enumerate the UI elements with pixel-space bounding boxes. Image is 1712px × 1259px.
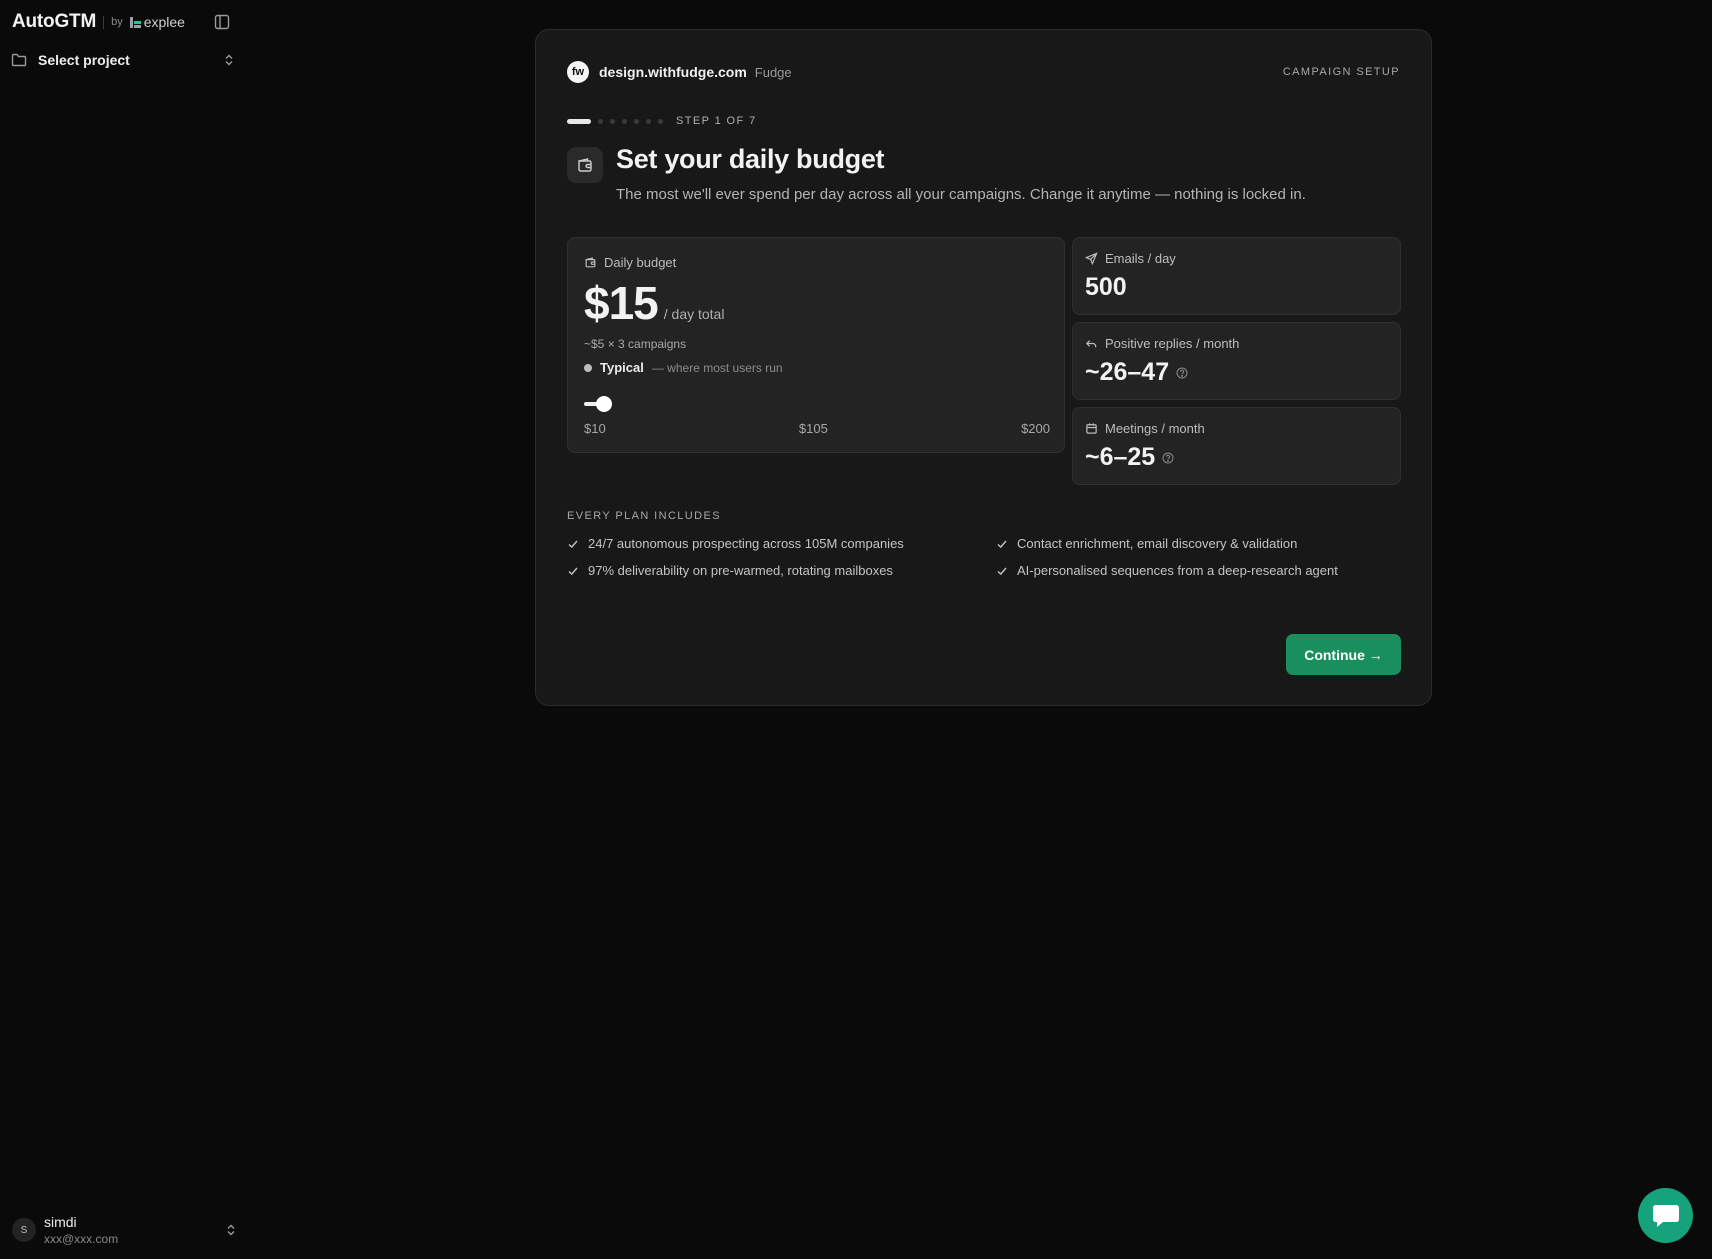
chevron-up-down-icon xyxy=(225,54,233,66)
project-select-label: Select project xyxy=(38,52,130,68)
progress-dot xyxy=(646,118,651,124)
budget-amount: $15 / day total xyxy=(584,276,724,330)
check-icon xyxy=(568,567,578,575)
tier-note: — where most users run xyxy=(651,360,783,375)
sidebar: AutoGTM by explee Select project S simdi… xyxy=(0,0,245,1259)
partner-name: explee xyxy=(143,14,185,30)
metric-label: Emails / day xyxy=(1085,251,1176,266)
reply-icon xyxy=(1086,340,1097,348)
page-subtitle: The most we'll ever spend per day across… xyxy=(616,186,1306,203)
wallet-icon-badge xyxy=(567,147,603,183)
metric-value-text: ~6–25 xyxy=(1085,443,1156,471)
progress-dot-active xyxy=(567,118,591,124)
check-icon xyxy=(568,540,578,548)
send-icon xyxy=(1085,252,1098,265)
partner-logo: explee xyxy=(129,14,185,30)
metric-positive-replies: Positive replies / month ~26–47 xyxy=(1072,322,1401,400)
tier-indicator-dot xyxy=(584,363,592,372)
user-email: xxx@xxx.com xyxy=(44,1232,119,1246)
feature-text: 97% deliverability on pre-warmed, rotati… xyxy=(588,563,893,578)
budget-slider[interactable] xyxy=(584,396,1050,412)
feature-text: AI-personalised sequences from a deep-re… xyxy=(1017,563,1338,578)
slider-tick-max: $200 xyxy=(1021,421,1050,436)
metric-value: 500 xyxy=(1085,273,1127,302)
brand-name: AutoGTM xyxy=(12,11,97,32)
chevron-up-down-icon xyxy=(227,1224,235,1236)
feature-item: Contact enrichment, email discovery & va… xyxy=(996,536,1297,551)
site-logo: fw xyxy=(567,61,589,83)
setup-label: CAMPAIGN SETUP xyxy=(1282,66,1400,78)
brand-divider xyxy=(103,15,105,29)
metric-value-text: ~26–47 xyxy=(1085,358,1170,386)
includes-title: EVERY PLAN INCLUDES xyxy=(567,510,721,522)
metric-label-text: Meetings / month xyxy=(1105,421,1205,436)
metric-meetings: Meetings / month ~6–25 xyxy=(1072,407,1401,485)
metric-label-text: Positive replies / month xyxy=(1105,336,1240,351)
site-domain: design.withfudge.com xyxy=(599,64,747,80)
wallet-icon xyxy=(578,158,592,172)
progress-dots xyxy=(567,118,670,124)
explee-logo-icon xyxy=(129,16,141,28)
project-select[interactable]: Select project xyxy=(10,48,236,72)
slider-track[interactable] xyxy=(584,402,1050,406)
daily-budget-label: Daily budget xyxy=(584,255,676,270)
metric-value: ~6–25 xyxy=(1085,443,1174,472)
calendar-icon xyxy=(1086,423,1097,434)
progress-dot xyxy=(610,118,615,124)
budget-tier: Typical — where most users run xyxy=(584,360,783,375)
metric-label-text: Emails / day xyxy=(1105,251,1176,266)
avatar: S xyxy=(12,1218,36,1242)
feature-item: 24/7 autonomous prospecting across 105M … xyxy=(567,536,904,551)
budget-amount-value: $15 xyxy=(584,277,659,329)
metric-label: Meetings / month xyxy=(1085,421,1205,436)
step-progress: STEP 1 OF 7 xyxy=(567,114,757,128)
metric-value-text: 500 xyxy=(1085,273,1127,301)
tier-name: Typical xyxy=(600,360,644,375)
help-icon[interactable] xyxy=(1176,367,1188,379)
slider-tick-mid: $105 xyxy=(798,421,828,436)
feature-text: Contact enrichment, email discovery & va… xyxy=(1017,536,1298,551)
metric-label: Positive replies / month xyxy=(1085,336,1239,351)
feature-text: 24/7 autonomous prospecting across 105M … xyxy=(588,536,904,551)
daily-budget-label-text: Daily budget xyxy=(604,255,677,270)
feature-item: AI-personalised sequences from a deep-re… xyxy=(996,563,1338,578)
metric-value: ~26–47 xyxy=(1085,358,1188,387)
step-label: STEP 1 OF 7 xyxy=(676,115,757,127)
chat-launcher-button[interactable] xyxy=(1638,1188,1693,1243)
progress-dot xyxy=(658,118,663,124)
check-icon xyxy=(997,567,1007,575)
brand[interactable]: AutoGTM by explee xyxy=(12,10,185,34)
campaign-setup-card: fw design.withfudge.com Fudge CAMPAIGN S… xyxy=(535,29,1432,706)
wallet-icon xyxy=(585,257,596,268)
card-header: fw design.withfudge.com Fudge CAMPAIGN S… xyxy=(567,61,1400,83)
daily-budget-panel: Daily budget $15 / day total ~$5 × 3 cam… xyxy=(567,237,1065,453)
progress-dot xyxy=(622,118,627,124)
progress-dot xyxy=(598,118,603,124)
slider-thumb[interactable] xyxy=(596,396,613,412)
user-menu[interactable]: S simdi xxx@xxx.com xyxy=(12,1210,238,1250)
help-icon[interactable] xyxy=(1162,452,1174,464)
chat-bubble-icon xyxy=(1652,1204,1679,1227)
sidebar-toggle-button[interactable] xyxy=(213,13,231,31)
folder-icon xyxy=(11,53,27,67)
progress-dot xyxy=(634,118,639,124)
budget-breakdown: ~$5 × 3 campaigns xyxy=(584,337,687,351)
budget-amount-unit: / day total xyxy=(663,306,725,322)
user-name: simdi xyxy=(44,1214,77,1230)
check-icon xyxy=(997,540,1007,548)
user-info: simdi xxx@xxx.com xyxy=(44,1214,216,1246)
feature-item: 97% deliverability on pre-warmed, rotati… xyxy=(567,563,893,578)
page-title: Set your daily budget xyxy=(616,144,885,174)
slider-tick-labels: $10 $105 $200 xyxy=(584,421,1050,436)
site-name: Fudge xyxy=(754,64,792,80)
sidebar-panel-icon xyxy=(214,14,230,30)
brand-by: by xyxy=(111,16,123,28)
slider-tick-min: $10 xyxy=(584,421,606,436)
continue-button[interactable]: Continue → xyxy=(1286,634,1401,675)
metric-emails-per-day: Emails / day 500 xyxy=(1072,237,1401,315)
